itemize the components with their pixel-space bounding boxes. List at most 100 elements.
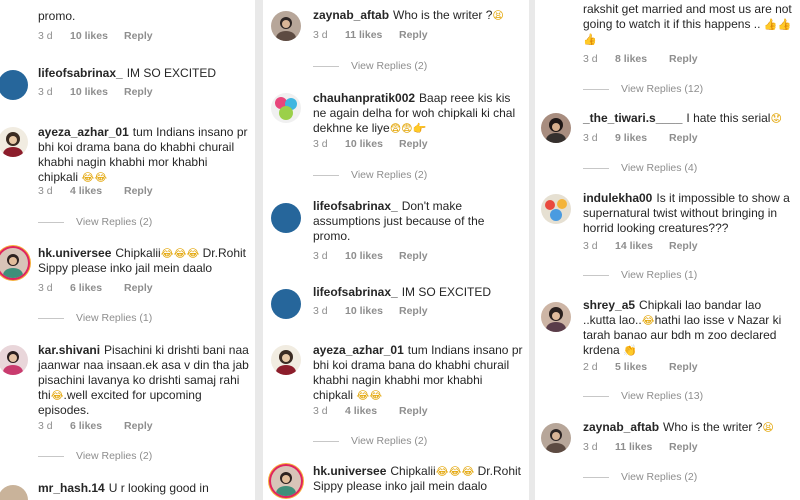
view-replies-button[interactable]: View Replies (12) (583, 83, 703, 95)
reply-button[interactable]: Reply (669, 132, 698, 144)
view-replies-button[interactable]: View Replies (2) (313, 169, 427, 181)
comment-username[interactable]: hk.universee (313, 464, 386, 478)
comment-likes[interactable]: 9 likes (615, 132, 669, 144)
tired-face-emoji-icon: 😫 (492, 9, 504, 22)
avatar[interactable] (271, 11, 301, 41)
comment-likes[interactable]: 4 likes (70, 185, 124, 197)
comment-username[interactable]: mr_hash.14 (38, 481, 105, 495)
avatar-image (275, 97, 297, 120)
reply-button[interactable]: Reply (399, 138, 428, 150)
view-replies-button[interactable]: View Replies (1) (583, 269, 697, 281)
view-replies-label: View Replies (2) (351, 435, 428, 447)
comment-likes[interactable]: 6 likes (70, 282, 124, 294)
comment-likes[interactable]: 10 likes (345, 250, 399, 262)
view-replies-button[interactable]: View Replies (2) (38, 450, 152, 462)
avatar[interactable] (0, 70, 28, 100)
comment-username[interactable]: ayeza_azhar_01 (38, 125, 129, 139)
reply-button[interactable]: Reply (124, 420, 153, 432)
replies-divider (313, 174, 339, 176)
comment-username[interactable]: zaynab_aftab (583, 420, 659, 434)
view-replies-button[interactable]: View Replies (2) (583, 471, 697, 483)
avatar[interactable] (541, 113, 571, 143)
comment-text: I hate this serial (686, 111, 771, 125)
comments-panel-left: promo. 3 d 10 likes Reply lifeofsabrinax_ I… (0, 0, 255, 500)
comments-panel-middle: zaynab_aftab Who is the writer ?😫 3 d 11 l… (263, 0, 529, 500)
comment-date: 3 d (583, 240, 598, 252)
comment-username[interactable]: lifeofsabrinax_ (313, 285, 398, 299)
comment-date: 3 d (38, 420, 53, 432)
reply-button[interactable]: Reply (399, 405, 428, 417)
comment-username[interactable]: _the_tiwari.s____ (583, 111, 682, 125)
view-replies-label: View Replies (12) (621, 83, 704, 95)
comment-username[interactable]: chauhanpratik002 (313, 91, 415, 105)
comment-likes[interactable]: 5 likes (615, 361, 669, 373)
comment-date: 3 d (583, 53, 598, 65)
comment-likes[interactable]: 10 likes (345, 138, 399, 150)
view-replies-button[interactable]: View Replies (4) (583, 162, 697, 174)
view-replies-button[interactable]: View Replies (2) (313, 435, 427, 447)
clapping-hands-emoji-icon: 👏 (623, 344, 637, 357)
avatar[interactable] (271, 203, 301, 233)
view-replies-button[interactable]: View Replies (2) (313, 60, 427, 72)
view-replies-label: View Replies (2) (621, 471, 698, 483)
reply-button[interactable]: Reply (124, 185, 153, 197)
comment-username[interactable]: kar.shivani (38, 343, 100, 357)
comment-likes[interactable]: 11 likes (615, 441, 669, 453)
reply-button[interactable]: Reply (124, 282, 153, 294)
reply-button[interactable]: Reply (399, 250, 428, 262)
comment-username[interactable]: indulekha00 (583, 191, 652, 205)
comment-likes[interactable]: 4 likes (345, 405, 399, 417)
reply-button[interactable]: Reply (399, 29, 428, 41)
avatar[interactable] (271, 93, 301, 123)
comment-date: 3 d (583, 132, 598, 144)
comment-likes[interactable]: 10 likes (70, 86, 124, 98)
avatar[interactable] (0, 248, 28, 278)
avatar[interactable] (271, 466, 301, 496)
panel-divider (255, 0, 263, 500)
comment-likes[interactable]: 8 likes (615, 53, 669, 65)
comment-text: promo. (38, 9, 76, 23)
avatar[interactable] (271, 345, 301, 375)
reply-button[interactable]: Reply (669, 441, 698, 453)
comment-username[interactable]: ayeza_azhar_01 (313, 343, 404, 357)
reply-button[interactable]: Reply (669, 240, 698, 252)
reply-button[interactable]: Reply (124, 30, 153, 42)
replies-divider (313, 65, 339, 67)
comment-username[interactable]: lifeofsabrinax_ (313, 199, 398, 213)
view-replies-button[interactable]: View Replies (2) (38, 216, 152, 228)
avatar[interactable] (541, 194, 571, 224)
replies-divider (583, 395, 609, 397)
avatar[interactable] (0, 127, 28, 157)
comment-username[interactable]: zaynab_aftab (313, 8, 389, 22)
comment-likes[interactable]: 14 likes (615, 240, 669, 252)
replies-divider (583, 476, 609, 478)
view-replies-button[interactable]: View Replies (1) (38, 312, 152, 324)
comment-likes[interactable]: 10 likes (345, 305, 399, 317)
reply-button[interactable]: Reply (669, 53, 698, 65)
avatar-image (3, 254, 23, 278)
comment-date: 3 d (313, 405, 328, 417)
comment-likes[interactable]: 11 likes (345, 29, 399, 41)
comment-likes[interactable]: 6 likes (70, 420, 124, 432)
replies-divider (583, 274, 609, 276)
reply-button[interactable]: Reply (669, 361, 698, 373)
comment-username[interactable]: lifeofsabrinax_ (38, 66, 123, 80)
laughing-emoji-icon: 😂😂 (356, 389, 383, 402)
comment-text: Chipkalii (390, 464, 436, 478)
avatar[interactable] (541, 302, 571, 332)
avatar[interactable] (271, 289, 301, 319)
comment-likes[interactable]: 10 likes (70, 30, 124, 42)
laughing-emoji-icon: 😂 (50, 389, 64, 402)
avatar[interactable] (541, 423, 571, 453)
view-replies-label: View Replies (2) (76, 450, 153, 462)
view-replies-button[interactable]: View Replies (13) (583, 390, 703, 402)
comments-panel-right: rakshit get married and most us are not … (535, 0, 800, 500)
comment-date: 3 d (313, 305, 328, 317)
comment-username[interactable]: hk.universee (38, 246, 111, 260)
reply-button[interactable]: Reply (124, 86, 153, 98)
reply-button[interactable]: Reply (399, 305, 428, 317)
view-replies-label: View Replies (13) (621, 390, 704, 402)
comment-username[interactable]: shrey_a5 (583, 298, 635, 312)
avatar[interactable] (0, 345, 28, 375)
avatar[interactable] (0, 485, 28, 500)
